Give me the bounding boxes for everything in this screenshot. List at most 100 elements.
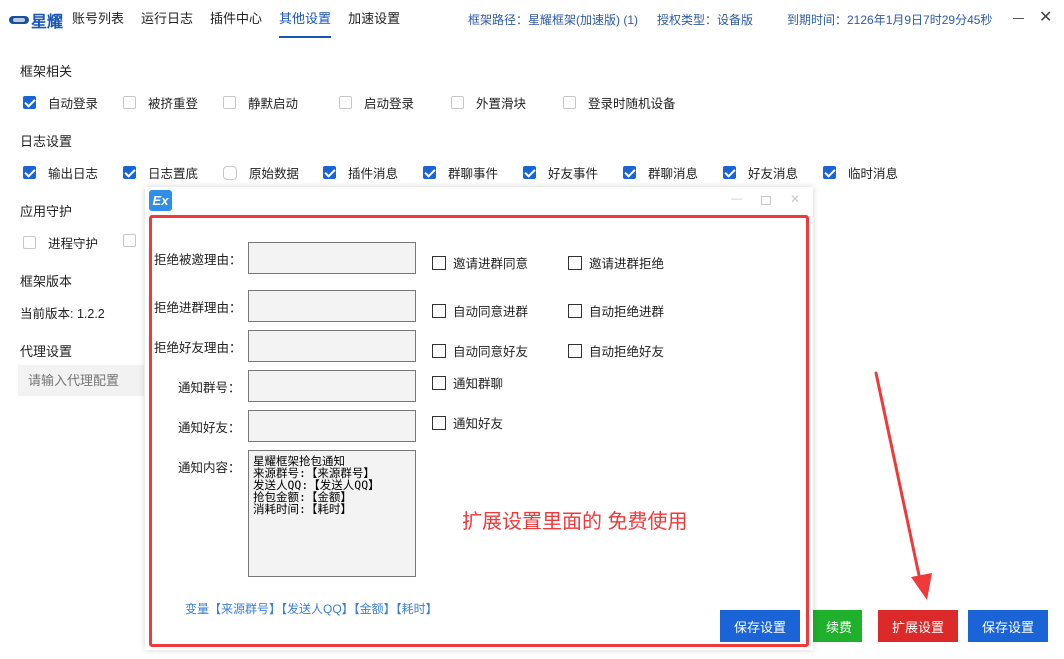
checkbox-label: 通知群聊: [453, 377, 504, 391]
checkbox-checked-icon: [623, 166, 636, 179]
dialog-minimize-icon[interactable]: —: [731, 193, 742, 205]
group-msg-checkbox[interactable]: 群聊消息: [623, 163, 698, 182]
auto-login-checkbox[interactable]: 自动登录: [23, 93, 98, 112]
friend-msg-checkbox[interactable]: 好友消息: [723, 163, 798, 182]
dialog-save-button[interactable]: 保存设置: [720, 610, 800, 642]
tab-account-list[interactable]: 账号列表: [72, 0, 124, 38]
extension-dialog: Ex — ✕ 拒绝被邀理由： 拒绝进群理由： 拒绝好友理由： 通知群号： 通知好…: [145, 187, 813, 650]
external-slider-checkbox[interactable]: 外置滑块: [451, 93, 526, 112]
invite-reject-checkbox[interactable]: 邀请进群拒绝: [568, 253, 664, 272]
reject-invite-reason-input[interactable]: [248, 242, 416, 274]
auto-accept-join-checkbox[interactable]: 自动同意进群: [432, 301, 528, 320]
random-device-checkbox[interactable]: 登录时随机设备: [563, 93, 676, 112]
checkbox-label: 自动登录: [48, 97, 99, 111]
plugin-msg-checkbox[interactable]: 插件消息: [323, 163, 398, 182]
checkbox-icon: [123, 96, 136, 109]
save-settings-button[interactable]: 保存设置: [968, 610, 1048, 642]
checkbox-checked-icon: [23, 166, 36, 179]
checkbox-icon: [568, 343, 582, 358]
checkbox-icon: [23, 236, 36, 249]
checkbox-icon: [223, 165, 237, 180]
reject-friend-reason-input[interactable]: [248, 330, 416, 362]
log-section-title: 日志设置: [20, 134, 73, 149]
notify-group-label: 通知群号：: [178, 381, 241, 395]
checkbox-label: 好友事件: [548, 167, 599, 181]
promo-annotation: 扩展设置里面的 免费使用: [462, 511, 688, 533]
reject-friend-reason-label: 拒绝好友理由：: [154, 341, 242, 355]
tab-other-settings[interactable]: 其他设置: [279, 0, 332, 38]
checkbox-label: 自动同意进群: [453, 305, 529, 319]
checkbox-label: 群聊事件: [448, 167, 499, 181]
minimize-icon[interactable]: [1013, 18, 1024, 19]
checkbox-label: 输出日志: [48, 167, 99, 181]
dialog-maximize-icon[interactable]: [761, 196, 771, 205]
checkbox-icon: [223, 96, 236, 109]
proxy-input[interactable]: [18, 365, 144, 396]
notify-content-textarea[interactable]: 星耀框架抢包通知 来源群号:【来源群号】 发送人QQ:【发送人QQ】 抢包金额:…: [248, 450, 416, 577]
notify-content-label: 通知内容：: [178, 461, 241, 475]
group-event-checkbox[interactable]: 群聊事件: [423, 163, 498, 182]
output-log-checkbox[interactable]: 输出日志: [23, 163, 98, 182]
raw-data-checkbox[interactable]: 原始数据: [223, 163, 299, 182]
log-bottom-checkbox[interactable]: 日志置底: [123, 163, 198, 182]
close-icon[interactable]: ✕: [1039, 9, 1052, 27]
checkbox-icon: [432, 415, 446, 430]
checkbox-label: 启动登录: [364, 97, 415, 111]
checkbox-icon: [432, 255, 446, 270]
app-logo: 星耀: [9, 8, 63, 32]
version-section-title: 框架版本: [20, 274, 73, 289]
process-guard-checkbox[interactable]: 进程守护: [23, 233, 98, 252]
checkbox-checked-icon: [823, 166, 836, 179]
checkbox-label: 好友消息: [748, 167, 799, 181]
variables-hint: 变量【来源群号】【发送人QQ】【金额】【耗时】: [185, 602, 438, 616]
tab-run-log[interactable]: 运行日志: [141, 0, 193, 38]
frame-section-title: 框架相关: [20, 64, 73, 79]
tab-accel-settings[interactable]: 加速设置: [348, 0, 400, 38]
reject-join-reason-input[interactable]: [248, 290, 416, 322]
checkbox-icon[interactable]: [123, 234, 136, 247]
notify-group-input[interactable]: [248, 370, 416, 402]
notify-friend-input[interactable]: [248, 410, 416, 442]
notify-friend-checkbox[interactable]: 通知好友: [432, 413, 503, 432]
checkbox-icon: [568, 303, 582, 318]
checkbox-icon: [432, 343, 446, 358]
checkbox-checked-icon: [723, 166, 736, 179]
checkbox-label: 群聊消息: [648, 167, 699, 181]
checkbox-checked-icon: [523, 166, 536, 179]
auto-reject-join-checkbox[interactable]: 自动拒绝进群: [568, 301, 664, 320]
checkbox-label: 原始数据: [249, 167, 300, 181]
top-bar: 星耀 账号列表 运行日志 插件中心 其他设置 加速设置 框架路径：星耀框架(加速…: [0, 0, 1064, 40]
reject-invite-reason-label: 拒绝被邀理由：: [154, 253, 242, 267]
logo-mark-icon: [9, 16, 29, 24]
frame-path-info: 框架路径：星耀框架(加速版) (1): [468, 13, 638, 27]
friend-event-checkbox[interactable]: 好友事件: [523, 163, 598, 182]
dialog-app-icon: Ex: [149, 190, 172, 211]
notify-group-checkbox[interactable]: 通知群聊: [432, 373, 503, 392]
main-nav: 账号列表 运行日志 插件中心 其他设置 加速设置: [72, 0, 417, 38]
silent-start-checkbox[interactable]: 静默启动: [223, 93, 298, 112]
expire-info: 到期时间：2126年1月9日7时29分45秒: [787, 13, 993, 27]
renew-button-label: 续费: [825, 619, 852, 635]
tab-plugin-center[interactable]: 插件中心: [210, 0, 262, 38]
checkbox-label: 自动拒绝好友: [589, 345, 665, 359]
temp-msg-checkbox[interactable]: 临时消息: [823, 163, 898, 182]
checkbox-label: 临时消息: [848, 167, 899, 181]
checkbox-label: 自动拒绝进群: [589, 305, 665, 319]
auto-reject-friend-checkbox[interactable]: 自动拒绝好友: [568, 341, 664, 360]
auto-accept-friend-checkbox[interactable]: 自动同意好友: [432, 341, 528, 360]
auth-type-info: 授权类型：设备版: [657, 13, 754, 27]
checkbox-checked-icon: [423, 166, 436, 179]
checkbox-checked-icon: [123, 166, 136, 179]
rekick-login-checkbox[interactable]: 被挤重登: [123, 93, 198, 112]
checkbox-icon: [563, 96, 576, 109]
extend-settings-button[interactable]: 扩展设置: [878, 610, 958, 642]
checkbox-checked-icon: [323, 166, 336, 179]
dialog-close-icon[interactable]: ✕: [790, 192, 800, 206]
proxy-section-title: 代理设置: [20, 344, 73, 359]
checkbox-label: 进程守护: [48, 237, 99, 251]
startup-login-checkbox[interactable]: 启动登录: [339, 93, 414, 112]
checkbox-label: 通知好友: [453, 417, 504, 431]
invite-accept-checkbox[interactable]: 邀请进群同意: [432, 253, 528, 272]
guard-section-title: 应用守护: [20, 204, 73, 219]
checkbox-icon: [339, 96, 352, 109]
